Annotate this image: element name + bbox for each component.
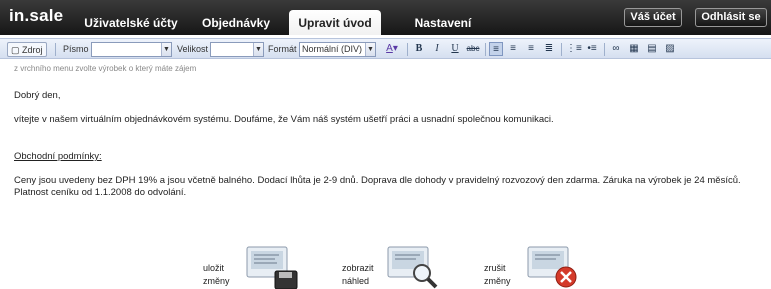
tab-user-accounts[interactable]: Uživatelské účty <box>80 12 182 35</box>
terms-line-1: Ceny jsou uvedeny bez DPH 19% a jsou vče… <box>14 175 741 186</box>
editor-toolbar: ▢ Zdroj Písmo ▼ Velikost ▼ Formát Normál… <box>0 38 771 59</box>
source-label: Zdroj <box>22 45 43 55</box>
format-select[interactable]: Normální (DIV) ▼ <box>299 42 376 57</box>
link-icon[interactable]: ∞ <box>609 42 623 56</box>
size-label: Velikost <box>177 44 209 54</box>
terms-heading: Obchodní podmínky: <box>14 151 102 162</box>
align-center-icon[interactable]: ≡ <box>506 42 520 56</box>
toolbar-divider <box>407 43 408 56</box>
preview-label-line2: náhled <box>342 276 370 286</box>
magnifier-icon <box>387 246 438 289</box>
cancel-icon <box>527 246 577 288</box>
tab-settings[interactable]: Nastavení <box>407 12 479 35</box>
preview-label: zobrazit náhled <box>342 262 374 288</box>
tab-edit-intro[interactable]: Upravit úvod <box>289 10 381 35</box>
table-icon[interactable]: ▦ <box>627 42 641 56</box>
preview-label-line1: zobrazit <box>342 263 374 273</box>
terms-line-2: Platnost ceníku od 1.1.2008 do odvolání. <box>14 187 187 198</box>
size-select[interactable]: ▼ <box>210 42 264 57</box>
cancel-changes-label: zrušit změny <box>484 262 511 288</box>
bold-icon[interactable]: B <box>412 42 426 56</box>
save-label-line1: uložit <box>203 263 225 273</box>
image-icon[interactable]: ▨ <box>663 42 677 56</box>
toolbar-divider <box>485 43 486 56</box>
text-color-icon[interactable]: A▾ <box>381 42 403 56</box>
source-button[interactable]: ▢ Zdroj <box>7 42 47 57</box>
greeting-text: Dobrý den, <box>14 90 61 101</box>
cancel-changes-button[interactable]: zrušit změny <box>484 240 584 289</box>
document-icon[interactable]: ▤ <box>645 42 659 56</box>
toolbar-divider <box>561 43 562 56</box>
italic-icon[interactable]: I <box>430 42 444 56</box>
account-button[interactable]: Váš účet <box>624 8 682 27</box>
preview-button[interactable]: zobrazit náhled <box>342 240 442 289</box>
save-changes-button[interactable]: uložit změny <box>203 240 303 289</box>
align-right-icon[interactable]: ≡ <box>524 42 538 56</box>
app-logo: in.sale <box>9 6 64 25</box>
editor-hint: z vrchního menu zvolte výrobek o který m… <box>14 64 197 73</box>
format-label: Formát <box>268 44 297 54</box>
tab-orders[interactable]: Objednávky <box>196 12 276 35</box>
toolbar-divider <box>55 43 56 56</box>
chevron-down-icon: ▼ <box>161 43 171 56</box>
underline-icon[interactable]: U <box>448 42 462 56</box>
cancel-label-line1: zrušit <box>484 263 506 273</box>
source-icon: ▢ <box>11 45 20 55</box>
chevron-down-icon: ▼ <box>253 43 263 56</box>
cancel-label-line2: změny <box>484 276 511 286</box>
format-select-value: Normální (DIV) <box>302 44 363 54</box>
top-navigation-bar: in.sale Uživatelské účty Objednávky Upra… <box>0 0 771 35</box>
save-changes-label: uložit změny <box>203 262 230 288</box>
save-disk-icon <box>246 246 298 289</box>
toolbar-divider <box>604 43 605 56</box>
logout-button[interactable]: Odhlásit se <box>695 8 767 27</box>
align-left-icon[interactable]: ≡ <box>489 42 503 56</box>
save-label-line2: změny <box>203 276 230 286</box>
strikethrough-icon[interactable]: abc <box>465 42 481 56</box>
welcome-text: vítejte v našem virtuálním objednávkovém… <box>14 114 554 125</box>
align-justify-icon[interactable]: ≣ <box>542 42 556 56</box>
chevron-down-icon: ▼ <box>365 43 375 56</box>
numbered-list-icon[interactable]: ⋮≡ <box>566 42 582 56</box>
font-label: Písmo <box>63 44 89 54</box>
font-select[interactable]: ▼ <box>91 42 172 57</box>
bullet-list-icon[interactable]: •≡ <box>585 42 599 56</box>
